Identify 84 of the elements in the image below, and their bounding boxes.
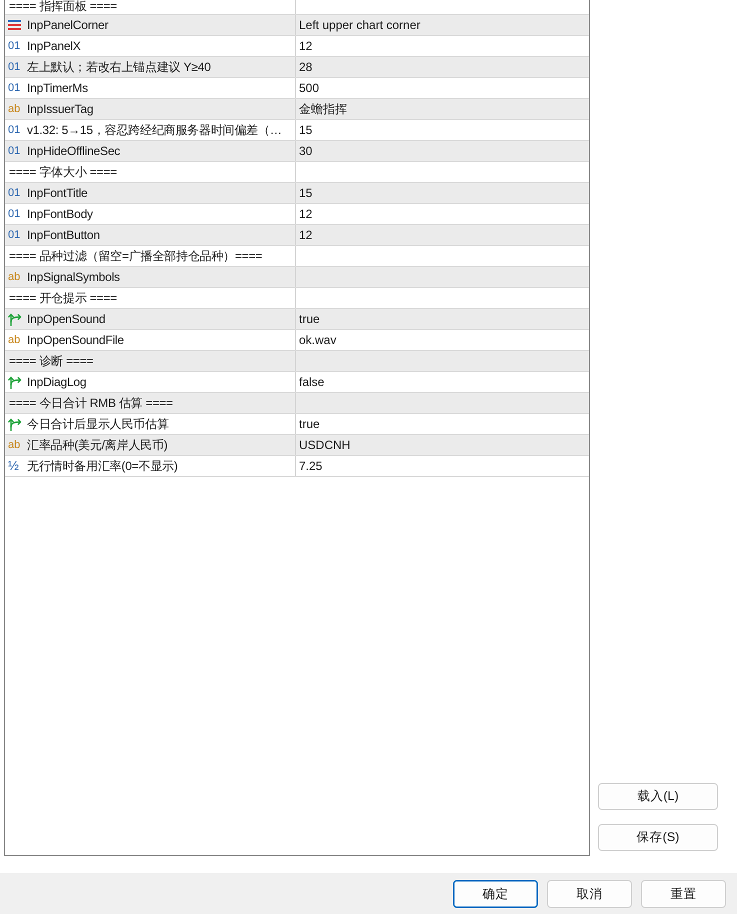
parameter-value: true (298, 416, 321, 433)
parameter-row[interactable]: ab InpOpenSoundFile ok.wav (5, 330, 589, 351)
parameter-name: InpFontBody (27, 207, 93, 221)
number-type-icon: 01 (8, 124, 20, 136)
number-type-icon: 01 (8, 229, 20, 241)
parameter-row[interactable]: 01 v1.32: 5→15，容忍跨经纪商服务器时间偏差（… 15 (5, 120, 589, 141)
section-row[interactable]: ==== 品种过滤（留空=广播全部持仓品种）==== (5, 246, 589, 267)
text-type-icon: ab (8, 103, 20, 115)
parameter-value: 7.25 (298, 458, 324, 475)
parameter-name: InpDiagLog (27, 375, 86, 389)
parameter-row[interactable]: 01 InpHideOfflineSec 30 (5, 141, 589, 162)
parameter-row[interactable]: 01 InpFontTitle 15 (5, 183, 589, 204)
parameter-row[interactable]: InpDiagLog false (5, 372, 589, 393)
section-header: ==== 指挥面板 ==== (9, 0, 117, 13)
parameter-name: InpFontButton (27, 228, 100, 242)
parameter-value: USDCNH (298, 437, 352, 454)
section-row[interactable]: ==== 指挥面板 ==== (5, 0, 589, 15)
parameter-value: true (298, 311, 321, 328)
toggle-arrow-icon (8, 418, 22, 430)
section-row[interactable]: ==== 今日合计 RMB 估算 ==== (5, 393, 589, 414)
text-type-icon: ab (8, 439, 20, 451)
side-button[interactable]: 保存(S) (598, 824, 718, 851)
number-type-icon: 01 (8, 82, 20, 94)
parameter-row[interactable]: InpPanelCorner Left upper chart corner (5, 15, 589, 36)
parameter-value: 12 (298, 227, 314, 244)
section-row[interactable]: ==== 开仓提示 ==== (5, 288, 589, 309)
parameter-row[interactable]: ab InpSignalSymbols (5, 267, 589, 288)
section-header: ==== 字体大小 ==== (9, 164, 117, 180)
toggle-arrow-icon (8, 376, 22, 388)
number-type-icon: 01 (8, 145, 20, 157)
dialog-button[interactable]: 确定 (453, 880, 538, 908)
parameter-value: 12 (298, 38, 314, 55)
parameter-name: InpFontTitle (27, 186, 88, 200)
parameter-name: InpHideOfflineSec (27, 144, 120, 158)
parameter-value: 金蟾指挥 (298, 100, 348, 118)
section-row[interactable]: ==== 字体大小 ==== (5, 162, 589, 183)
parameter-name: 今日合计后显示人民币估算 (27, 416, 169, 432)
section-header: ==== 今日合计 RMB 估算 ==== (9, 394, 173, 412)
toggle-arrow-icon (8, 312, 22, 326)
parameter-name: InpOpenSoundFile (27, 333, 124, 347)
parameter-row[interactable]: InpOpenSound true (5, 309, 589, 330)
parameter-row[interactable]: 01 InpFontButton 12 (5, 225, 589, 246)
section-header: ==== 品种过滤（留空=广播全部持仓品种）==== (9, 248, 262, 264)
parameter-value: Left upper chart corner (298, 17, 422, 34)
parameter-row[interactable]: 01 InpTimerMs 500 (5, 78, 589, 99)
text-type-icon: ab (8, 271, 20, 283)
parameter-value: ok.wav (298, 332, 338, 349)
parameter-name: 无行情时备用汇率(0=不显示) (27, 458, 178, 474)
side-button[interactable]: 载入(L) (598, 783, 718, 810)
parameter-value: 15 (298, 122, 314, 139)
parameter-name: 左上默认；若改右上锚点建议 Y≥40 (27, 58, 211, 76)
parameter-name: InpSignalSymbols (27, 270, 120, 284)
parameter-name: 汇率品种(美元/离岸人民币) (27, 436, 168, 454)
section-row[interactable]: ==== 诊断 ==== (5, 351, 589, 372)
parameter-value: 12 (298, 206, 314, 223)
parameter-value: 28 (298, 59, 314, 76)
parameter-name: InpPanelX (27, 39, 81, 53)
parameter-name: InpOpenSound (27, 312, 106, 326)
parameter-name: v1.32: 5→15，容忍跨经纪商服务器时间偏差（… (27, 122, 282, 138)
list-type-icon (8, 20, 21, 30)
fraction-type-icon: ½ (8, 460, 19, 472)
parameter-row[interactable]: ab 汇率品种(美元/离岸人民币) USDCNH (5, 435, 589, 456)
parameter-name: InpTimerMs (27, 81, 88, 95)
parameter-row[interactable]: ½ 无行情时备用汇率(0=不显示) 7.25 (5, 456, 589, 477)
parameter-value: 30 (298, 143, 314, 160)
parameter-value: false (298, 374, 326, 391)
parameter-name: InpIssuerTag (27, 102, 94, 116)
dialog-button[interactable]: 重置 (641, 880, 726, 908)
number-type-icon: 01 (8, 61, 20, 73)
number-type-icon: 01 (8, 187, 20, 199)
parameter-row[interactable]: 01 InpFontBody 12 (5, 204, 589, 225)
number-type-icon: 01 (8, 40, 20, 52)
parameter-value: 15 (298, 185, 314, 202)
parameter-row[interactable]: 01 左上默认；若改右上锚点建议 Y≥40 28 (5, 57, 589, 78)
dialog-button[interactable]: 取消 (547, 880, 632, 908)
parameter-row[interactable]: 今日合计后显示人民币估算 true (5, 414, 589, 435)
section-header: ==== 开仓提示 ==== (9, 290, 117, 306)
parameter-value: 500 (298, 80, 320, 97)
parameter-name: InpPanelCorner (27, 18, 108, 32)
text-type-icon: ab (8, 334, 20, 346)
number-type-icon: 01 (8, 208, 20, 220)
parameter-row[interactable]: ab InpIssuerTag 金蟾指挥 (5, 99, 589, 120)
section-header: ==== 诊断 ==== (9, 352, 94, 370)
parameter-row[interactable]: 01 InpPanelX 12 (5, 36, 589, 57)
